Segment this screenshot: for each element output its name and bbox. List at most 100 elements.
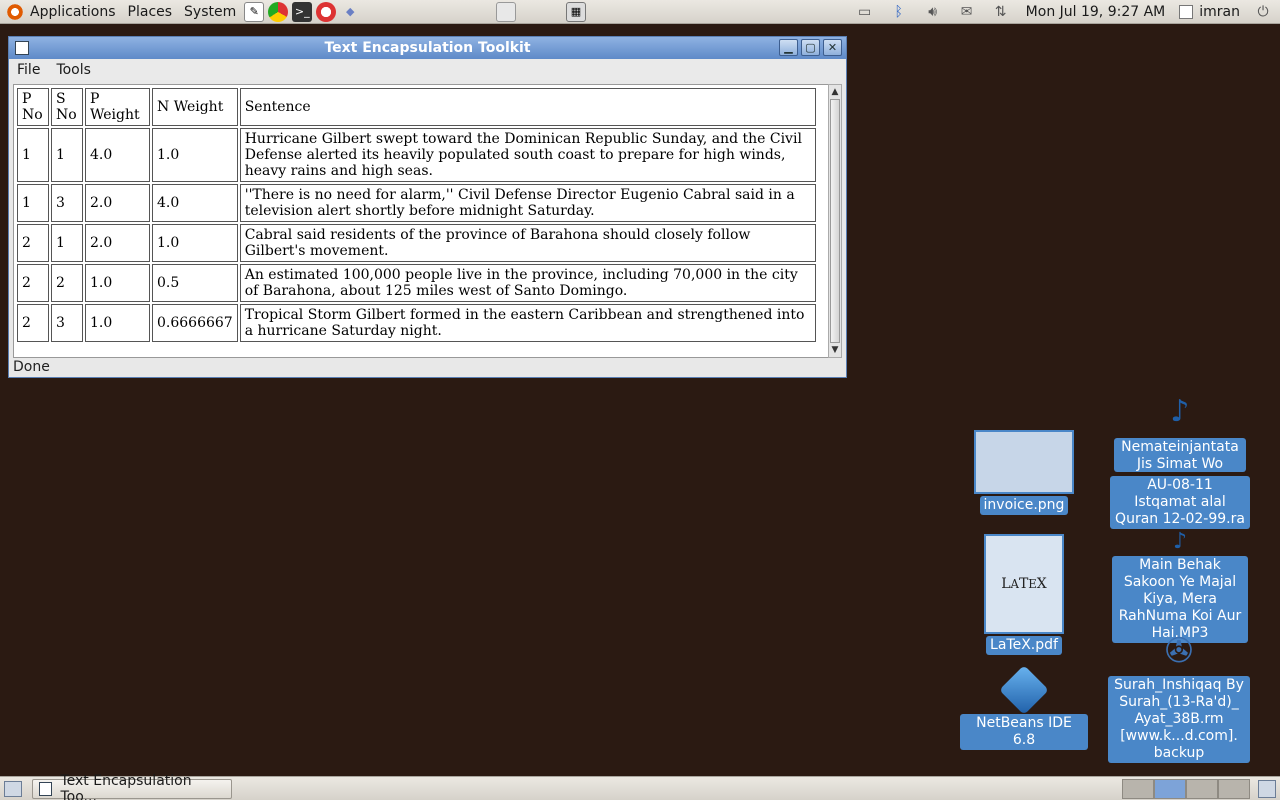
- cell-p-no: 2: [17, 304, 49, 342]
- workspace-1[interactable]: [1122, 779, 1154, 799]
- cell-s-no: 3: [51, 304, 83, 342]
- cell-p-no: 2: [17, 224, 49, 262]
- calculator-icon[interactable]: ▦: [566, 1, 586, 22]
- pdf-document-icon: LATEX: [984, 534, 1064, 634]
- top-panel: Applications Places System ✎ >_ ◆ ▦ ▭ ᛒ …: [0, 0, 1280, 24]
- table-header-row: P No S No P Weight N Weight Sentence: [17, 88, 816, 126]
- desktop-icon-latex[interactable]: LATEX LaTeX.pdf: [966, 534, 1082, 655]
- music-note-icon: ♪: [1172, 529, 1188, 554]
- tools-menu[interactable]: Tools: [48, 62, 99, 78]
- table-row[interactable]: 1 3 2.0 4.0 ''There is no need for alarm…: [17, 184, 816, 222]
- window-menubar: File Tools: [9, 59, 846, 80]
- desktop-label-invoice: invoice.png: [979, 496, 1069, 515]
- minimize-button[interactable]: ▁: [779, 39, 798, 56]
- desktop-icon-surah[interactable]: ✇ Surah_Inshiqaq By Surah_(13-Ra'd)_ Aya…: [1108, 628, 1250, 763]
- cell-sentence: ''There is no need for alarm,'' Civil De…: [239, 184, 816, 222]
- taskbar-window-button[interactable]: Text Encapsulation Too...: [32, 773, 232, 800]
- cell-sentence: An estimated 100,000 people live in the …: [239, 264, 816, 302]
- table-row[interactable]: 2 3 1.0 0.6666667 Tropical Storm Gilbert…: [17, 304, 816, 342]
- desktop-label-netbeans: NetBeans IDE 6.8: [960, 714, 1088, 750]
- header-s-no: S No: [51, 88, 83, 126]
- cell-n-weight: 0.5: [152, 264, 238, 302]
- terminal-icon[interactable]: >_: [292, 1, 313, 22]
- cell-sentence: Cabral said residents of the province of…: [239, 224, 816, 262]
- results-table: P No S No P Weight N Weight Sentence 1 1…: [15, 86, 818, 344]
- cell-p-no: 2: [17, 264, 49, 302]
- cell-p-weight: 1.0: [85, 304, 150, 342]
- desktop-label-surah: Surah_Inshiqaq By Surah_(13-Ra'd)_ Ayat_…: [1108, 676, 1250, 763]
- scroll-down-icon[interactable]: ▼: [829, 343, 841, 357]
- maximize-button[interactable]: ▢: [801, 39, 820, 56]
- show-desktop-icon[interactable]: [4, 780, 22, 797]
- help-icon[interactable]: [316, 1, 337, 22]
- user-icon: [1179, 5, 1194, 19]
- cell-n-weight: 0.6666667: [152, 304, 238, 342]
- status-text: Done: [13, 359, 50, 375]
- desktop-label-au: AU-08-11 Istqamat alal Quran 12-02-99.ra: [1110, 476, 1250, 529]
- desktop-label-nemtein: Nemateinjantata Jis Simat Wo: [1114, 438, 1246, 472]
- scroll-up-icon[interactable]: ▲: [829, 85, 841, 99]
- workspace-switcher[interactable]: [1122, 779, 1250, 799]
- desktop-icon-main[interactable]: ♪ Main Behak Sakoon Ye Majal Kiya, Mera …: [1112, 530, 1248, 643]
- desktop-icon-nemtein[interactable]: ♪ Nemateinjantata Jis Simat Wo: [1112, 388, 1248, 472]
- volume-icon[interactable]: 🔊︎: [922, 2, 944, 22]
- window-app-icon: [39, 781, 53, 796]
- user-name: imran: [1199, 4, 1240, 20]
- app-window: Text Encapsulation Toolkit ▁ ▢ ✕ File To…: [8, 36, 847, 378]
- files-icon[interactable]: ▭: [854, 2, 876, 22]
- desktop-icon-netbeans[interactable]: NetBeans IDE 6.8: [960, 665, 1088, 750]
- vertical-scrollbar[interactable]: ▲ ▼: [828, 84, 842, 358]
- network-icon[interactable]: ⇅: [990, 2, 1012, 22]
- table-row[interactable]: 2 2 1.0 0.5 An estimated 100,000 people …: [17, 264, 816, 302]
- file-menu[interactable]: File: [9, 62, 48, 78]
- cell-n-weight: 1.0: [152, 224, 238, 262]
- cell-s-no: 1: [51, 224, 83, 262]
- places-menu[interactable]: Places: [122, 0, 179, 24]
- cell-p-weight: 2.0: [85, 184, 150, 222]
- chrome-icon[interactable]: [268, 1, 289, 22]
- netbeans-cube-icon: [999, 665, 1049, 715]
- system-menu[interactable]: System: [178, 0, 242, 24]
- table-row[interactable]: 1 1 4.0 1.0 Hurricane Gilbert swept towa…: [17, 128, 816, 182]
- cell-s-no: 3: [51, 184, 83, 222]
- text-editor-icon[interactable]: ✎: [244, 1, 265, 22]
- cell-p-no: 1: [17, 184, 49, 222]
- cell-p-weight: 1.0: [85, 264, 150, 302]
- applications-label: Applications: [30, 3, 116, 20]
- header-sentence: Sentence: [239, 88, 816, 126]
- workspace-3[interactable]: [1186, 779, 1218, 799]
- window-titlebar[interactable]: Text Encapsulation Toolkit ▁ ▢ ✕: [9, 37, 846, 59]
- close-button[interactable]: ✕: [823, 39, 842, 56]
- header-n-weight: N Weight: [152, 88, 238, 126]
- clock[interactable]: Mon Jul 19, 9:27 AM: [1018, 4, 1174, 20]
- bottom-panel: Text Encapsulation Too...: [0, 773, 1280, 800]
- desktop-icon-invoice[interactable]: invoice.png: [966, 430, 1082, 515]
- workspace-4[interactable]: [1218, 779, 1250, 799]
- table-row[interactable]: 2 1 2.0 1.0 Cabral said residents of the…: [17, 224, 816, 262]
- bluetooth-icon[interactable]: ᛒ: [888, 2, 910, 22]
- results-table-area: P No S No P Weight N Weight Sentence 1 1…: [13, 84, 835, 358]
- screenshot-icon[interactable]: [496, 1, 516, 22]
- desktop-label-latex: LaTeX.pdf: [986, 636, 1062, 655]
- ubuntu-logo-icon: [6, 2, 24, 21]
- scrollbar-thumb[interactable]: [830, 99, 840, 343]
- cell-s-no: 1: [51, 128, 83, 182]
- cell-n-weight: 1.0: [152, 128, 238, 182]
- desktop-icon-au[interactable]: AU-08-11 Istqamat alal Quran 12-02-99.ra: [1110, 474, 1250, 529]
- cell-p-weight: 2.0: [85, 224, 150, 262]
- app-launcher-icon[interactable]: ◆: [340, 2, 360, 22]
- header-p-no: P No: [17, 88, 49, 126]
- mail-icon[interactable]: ✉: [956, 2, 978, 22]
- applications-menu[interactable]: Applications: [0, 0, 122, 24]
- user-menu[interactable]: imran: [1173, 4, 1246, 20]
- trash-icon[interactable]: [1258, 780, 1276, 798]
- music-note-icon: ♪: [1170, 394, 1190, 429]
- taskbar-window-label: Text Encapsulation Too...: [60, 772, 192, 800]
- cell-p-weight: 4.0: [85, 128, 150, 182]
- cell-sentence: Tropical Storm Gilbert formed in the eas…: [239, 304, 816, 342]
- power-icon[interactable]: ⏻: [1252, 2, 1274, 22]
- workspace-2[interactable]: [1154, 779, 1186, 799]
- cell-p-no: 1: [17, 128, 49, 182]
- header-p-weight: P Weight: [85, 88, 150, 126]
- cell-s-no: 2: [51, 264, 83, 302]
